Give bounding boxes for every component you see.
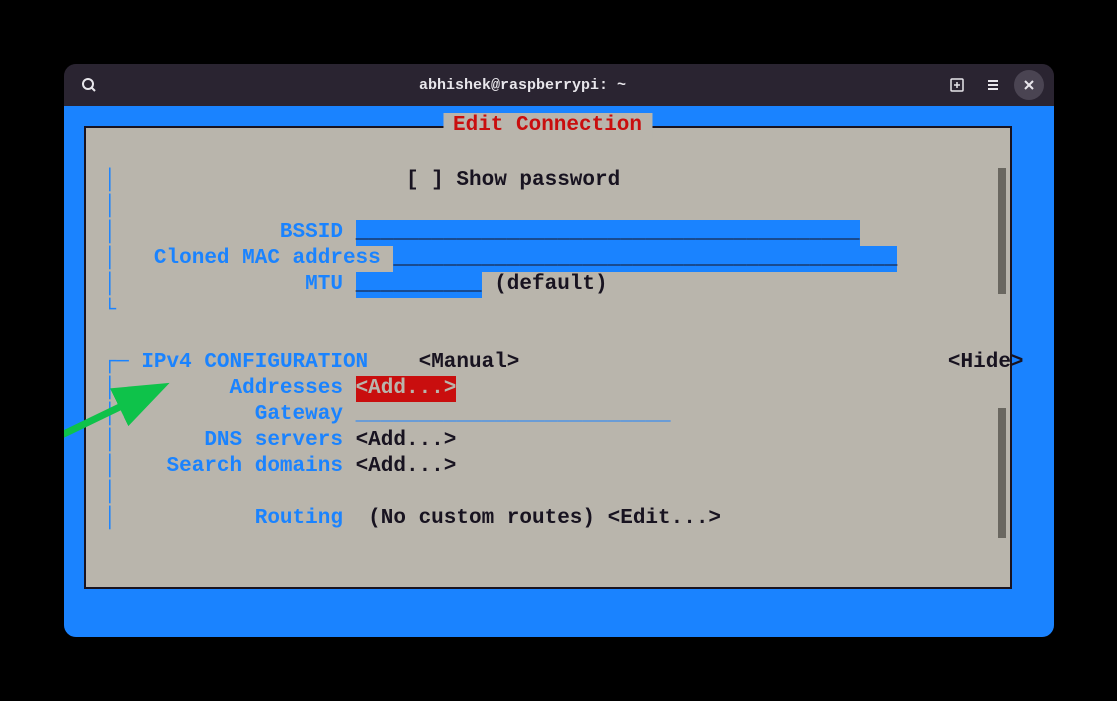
dialog-title: Edit Connection: [443, 113, 652, 139]
spacer: [116, 246, 154, 272]
bssid-label: BSSID: [116, 220, 355, 246]
show-password-label: Show password: [444, 168, 620, 194]
scrollbar-segment[interactable]: [998, 168, 1006, 294]
window-title: abhishek@raspberrypi: ~: [104, 77, 942, 94]
addresses-add-button[interactable]: <Add...>: [356, 376, 457, 402]
checkbox-show-password[interactable]: [ ]: [406, 168, 444, 194]
spacer: [368, 350, 418, 376]
tree-pipe: │: [104, 220, 117, 246]
cloned-mac-input[interactable]: ________________________________________: [393, 246, 897, 272]
tree-pipe: │: [104, 194, 117, 220]
hide-button[interactable]: <Hide>: [948, 350, 1024, 376]
routing-status: (No custom routes): [356, 506, 608, 532]
bssid-input[interactable]: ________________________________________: [356, 220, 860, 246]
cloned-mac-label: Cloned MAC address: [154, 246, 393, 272]
ipv4-mode-select[interactable]: <Manual>: [419, 350, 520, 376]
tree-pipe: │: [104, 272, 117, 298]
new-tab-icon[interactable]: [942, 70, 972, 100]
spacer: [116, 168, 406, 194]
mtu-input[interactable]: __________: [356, 272, 482, 298]
edit-connection-dialog: Edit Connection │ [ ] Show password │ │ …: [84, 126, 1012, 589]
gateway-label: Gateway: [116, 402, 355, 428]
routing-edit-button[interactable]: <Edit...>: [608, 506, 721, 532]
dns-label: DNS servers: [116, 428, 355, 454]
terminal-body: Edit Connection │ [ ] Show password │ │ …: [64, 106, 1054, 637]
tree-pipe: │: [104, 480, 117, 506]
terminal-window: abhishek@raspberrypi: ~ Edit Connection …: [64, 64, 1054, 637]
tree-corner: └: [104, 298, 117, 324]
search-domains-label: Search domains: [116, 454, 355, 480]
tree-pipe: │: [104, 454, 117, 480]
tree-pipe: │: [104, 168, 117, 194]
search-icon[interactable]: [74, 70, 104, 100]
tree-pipe: │: [104, 506, 117, 532]
spacer: [519, 350, 947, 376]
hamburger-icon[interactable]: [978, 70, 1008, 100]
scrollbar-segment[interactable]: [998, 408, 1006, 538]
gateway-input[interactable]: _________________________: [356, 402, 671, 428]
close-icon[interactable]: [1014, 70, 1044, 100]
tree-pipe: │: [104, 428, 117, 454]
tree-pipe: │: [104, 402, 117, 428]
tree-pipe: │: [104, 246, 117, 272]
default-label: (default): [482, 272, 608, 298]
mtu-label: MTU: [116, 272, 355, 298]
search-domains-add-button[interactable]: <Add...>: [356, 454, 457, 480]
tree-pipe: │: [104, 376, 117, 402]
ipv4-section-label: IPv4 CONFIGURATION: [129, 350, 368, 376]
dns-add-button[interactable]: <Add...>: [356, 428, 457, 454]
addresses-label: Addresses: [116, 376, 355, 402]
ipv4-expand-icon[interactable]: ┌─: [104, 350, 129, 376]
routing-label: Routing: [116, 506, 355, 532]
titlebar: abhishek@raspberrypi: ~: [64, 64, 1054, 106]
